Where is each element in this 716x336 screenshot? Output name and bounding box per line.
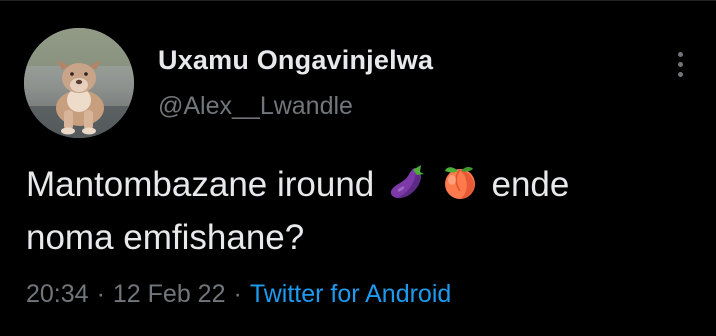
display-name[interactable]: Uxamu Ongavinjelwa <box>158 45 433 76</box>
avatar[interactable] <box>24 28 134 138</box>
tweet-text-line2: noma emfishane? <box>26 218 305 257</box>
tweet-text-part1: Mantombazane iround <box>26 165 375 204</box>
tweet-text: Mantombazane iround ende noma emfishane? <box>26 158 696 264</box>
more-dot <box>677 61 683 67</box>
tweet-source-link[interactable]: Twitter for Android <box>250 280 451 308</box>
meta-separator: · <box>233 280 242 308</box>
meta-separator: · <box>96 280 105 308</box>
more-dot <box>677 51 683 57</box>
tweet-meta: 20:34 · 12 Feb 22 · Twitter for Android <box>26 280 451 309</box>
eggplant-emoji <box>386 162 426 202</box>
peach-emoji <box>440 162 480 202</box>
more-dot <box>677 71 683 77</box>
tweet-text-part2: ende <box>491 165 570 204</box>
tweet-time[interactable]: 20:34 <box>26 280 89 308</box>
more-vertical-icon[interactable] <box>664 46 696 82</box>
tweet-date[interactable]: 12 Feb 22 <box>113 280 226 308</box>
user-handle[interactable]: @Alex__Lwandle <box>158 92 353 121</box>
puppy-photo <box>24 28 134 138</box>
top-divider <box>0 0 716 1</box>
